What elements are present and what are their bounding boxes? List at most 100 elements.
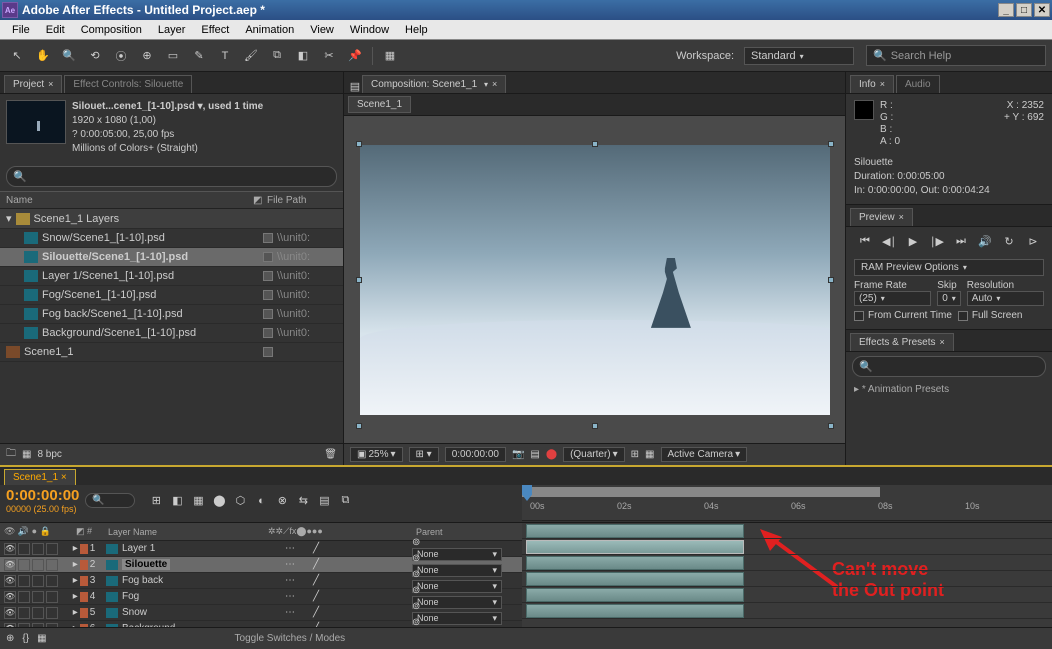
col-parent[interactable]: Parent	[412, 527, 522, 537]
silhouette-layer[interactable]	[651, 258, 691, 328]
effects-preset-group[interactable]: ▸ * Animation Presets	[846, 381, 1052, 398]
timecode-display[interactable]: 0:00:00:00	[445, 447, 506, 462]
eraser-tool-icon[interactable]: ◧	[292, 45, 314, 67]
tl-tool-icon[interactable]: ⬡	[231, 492, 249, 510]
menu-window[interactable]: Window	[342, 22, 397, 38]
camera-dropdown[interactable]: Active Camera ▾	[661, 447, 748, 462]
effects-search-input[interactable]: 🔍	[852, 356, 1046, 377]
tab-effects-presets[interactable]: Effects & Presets×	[850, 333, 954, 351]
first-frame-icon[interactable]: ⏮	[856, 233, 874, 249]
visibility-toggle[interactable]: 👁	[4, 559, 16, 571]
project-item[interactable]: Fog/Scene1_[1-10].psd\\unit0:	[0, 286, 343, 305]
playhead[interactable]	[522, 485, 532, 501]
col-header-path[interactable]: File Path	[267, 195, 337, 206]
layer-duration-bar[interactable]	[526, 524, 744, 538]
tl-tool-icon[interactable]: ⊗	[273, 492, 291, 510]
mute-icon[interactable]: 🔊	[976, 233, 994, 249]
zoom-dropdown[interactable]: ▣ 25% ▾	[350, 447, 403, 462]
anchor-tool-icon[interactable]: ⊕	[136, 45, 158, 67]
folder-new-icon[interactable]: 🗀	[6, 446, 16, 463]
layer-name-label[interactable]: Fog back	[122, 575, 163, 586]
minimize-button[interactable]: _	[998, 3, 1014, 17]
twirl-icon[interactable]: ▾	[6, 212, 12, 225]
parent-pick-icon[interactable]: ⊚	[412, 617, 420, 628]
timeline-track-row[interactable]	[522, 603, 1052, 619]
tab-audio[interactable]: Audio	[896, 75, 940, 93]
toggle-switches-button[interactable]: Toggle Switches / Modes	[235, 633, 346, 644]
play-icon[interactable]: ▶	[904, 233, 922, 249]
prev-frame-icon[interactable]: ◀∣	[880, 233, 898, 249]
resolution-menu-icon[interactable]: ⊞ ▾	[409, 447, 439, 462]
menu-view[interactable]: View	[302, 22, 342, 38]
tl-tool-icon[interactable]: ◧	[168, 492, 186, 510]
menu-animation[interactable]: Animation	[237, 22, 302, 38]
puppet-tool-icon[interactable]: 📌	[344, 45, 366, 67]
tl-tool-icon[interactable]: ⊞	[147, 492, 165, 510]
tl-footer-icon[interactable]: {}	[22, 633, 29, 644]
camera-tool-icon[interactable]: ⦿	[110, 45, 132, 67]
workspace-select[interactable]: Standard	[744, 47, 854, 65]
menu-composition[interactable]: Composition	[73, 22, 150, 38]
tab-project[interactable]: Project×	[4, 75, 62, 93]
tab-composition[interactable]: Composition: Scene1_1 ×	[362, 75, 506, 93]
layer-duration-bar[interactable]	[526, 588, 744, 602]
menu-edit[interactable]: Edit	[38, 22, 73, 38]
tl-tool-icon[interactable]: ◐	[252, 492, 270, 510]
timeline-timecode[interactable]: 0:00:00:00	[6, 487, 79, 504]
grid-icon[interactable]: ⊞	[631, 449, 639, 460]
trash-icon[interactable]: 🗑	[324, 449, 337, 460]
layer-duration-bar[interactable]	[526, 572, 744, 586]
timeline-track-row[interactable]	[522, 555, 1052, 571]
work-area-bar[interactable]	[522, 487, 880, 497]
layer-duration-bar[interactable]	[526, 556, 744, 570]
rotate-tool-icon[interactable]: ⟲	[84, 45, 106, 67]
timeline-tab[interactable]: Scene1_1 ×	[4, 469, 76, 485]
timeline-track-row[interactable]	[522, 587, 1052, 603]
brush-tool-icon[interactable]: 🖌	[240, 45, 262, 67]
timeline-track-row[interactable]	[522, 523, 1052, 539]
parent-pick-icon[interactable]: ⊚	[412, 601, 420, 612]
project-item[interactable]: Silouette/Scene1_[1-10].psd\\unit0:	[0, 248, 343, 267]
project-folder[interactable]: ▾ Scene1_1 Layers	[0, 209, 343, 229]
parent-pick-icon[interactable]: ⊚	[412, 537, 420, 548]
zoom-tool-icon[interactable]: 🔍	[58, 45, 80, 67]
tab-effect-controls[interactable]: Effect Controls: Silouette	[64, 75, 192, 93]
project-item[interactable]: Fog back/Scene1_[1-10].psd\\unit0:	[0, 305, 343, 324]
tab-info[interactable]: Info×	[850, 75, 894, 93]
col-header-tag[interactable]: ◩	[253, 195, 267, 206]
search-help-input[interactable]: 🔍 Search Help	[866, 45, 1046, 66]
bpc-label[interactable]: 8 bpc	[37, 449, 61, 460]
col-layer-name[interactable]: Layer Name	[104, 527, 268, 537]
menu-help[interactable]: Help	[397, 22, 436, 38]
project-comp[interactable]: Scene1_1	[0, 343, 343, 362]
tl-tool-icon[interactable]: ⬤	[210, 492, 228, 510]
comp-locked-icon[interactable]: ▤	[348, 80, 362, 93]
comp-new-icon[interactable]: ▦	[22, 449, 31, 460]
tl-footer-icon[interactable]: ▦	[37, 633, 46, 644]
from-current-checkbox[interactable]: From Current Time	[854, 310, 952, 321]
loop-icon[interactable]: ↻	[1000, 233, 1018, 249]
parent-pick-icon[interactable]: ⊚	[412, 585, 420, 596]
timeline-track-row[interactable]	[522, 539, 1052, 555]
next-frame-icon[interactable]: ∣▶	[928, 233, 946, 249]
menu-layer[interactable]: Layer	[150, 22, 194, 38]
timeline-search[interactable]: 🔍	[85, 493, 135, 508]
tab-preview[interactable]: Preview×	[850, 208, 913, 226]
timeline-track-row[interactable]	[522, 571, 1052, 587]
layer-name-label[interactable]: Fog	[122, 591, 139, 602]
show-snapshot-icon[interactable]: ▤	[530, 449, 539, 460]
layer-name-label[interactable]: Layer 1	[122, 543, 155, 554]
full-screen-checkbox[interactable]: Full Screen	[958, 310, 1023, 321]
ram-preview-options[interactable]: RAM Preview Options	[854, 259, 1044, 276]
tl-footer-icon[interactable]: ⊕	[6, 633, 14, 644]
pen-tool-icon[interactable]: ✎	[188, 45, 210, 67]
project-search-input[interactable]: 🔍	[6, 166, 337, 187]
project-item[interactable]: Background/Scene1_[1-10].psd\\unit0:	[0, 324, 343, 343]
visibility-toggle[interactable]: 👁	[4, 575, 16, 587]
frame-rate-select[interactable]: (25)	[854, 291, 931, 306]
menu-effect[interactable]: Effect	[193, 22, 237, 38]
roto-tool-icon[interactable]: ✂	[318, 45, 340, 67]
tl-tool-icon[interactable]: ⇆	[294, 492, 312, 510]
visibility-toggle[interactable]: 👁	[4, 543, 16, 555]
selection-tool-icon[interactable]: ↖	[6, 45, 28, 67]
